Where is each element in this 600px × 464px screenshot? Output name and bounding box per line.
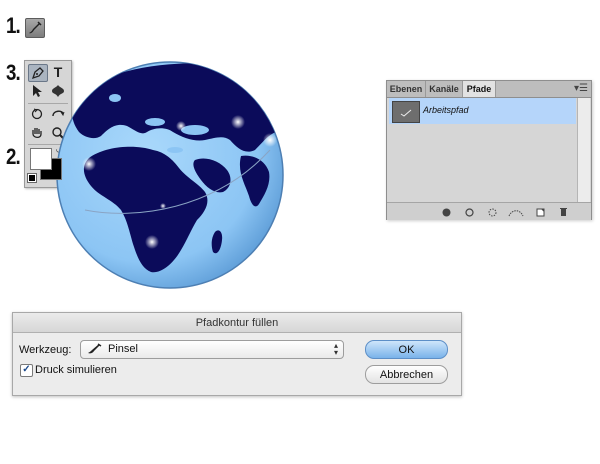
chevron-updown-icon: ▴ ▾ — [333, 341, 338, 357]
tool-label: Werkzeug: — [19, 344, 72, 356]
path-selection-icon[interactable] — [28, 83, 46, 99]
tab-ebenen[interactable]: Ebenen — [387, 81, 426, 97]
paths-panel: Ebenen Kanäle Pfade ▾☰ Arbeitspfad — [386, 80, 592, 220]
fill-path-icon[interactable] — [441, 207, 451, 217]
simulate-pressure-label: Druck simulieren — [35, 364, 117, 376]
new-path-icon[interactable] — [535, 207, 545, 217]
foreground-color-swatch[interactable] — [30, 148, 52, 170]
delete-path-icon[interactable] — [558, 207, 568, 217]
path-thumbnail — [392, 101, 420, 123]
brush-icon — [87, 343, 105, 355]
pen-tool-icon[interactable] — [28, 64, 48, 82]
globe-image — [55, 60, 285, 290]
panel-scrollbar[interactable] — [577, 98, 590, 202]
panel-tab-bar: Ebenen Kanäle Pfade ▾☰ — [387, 81, 591, 98]
ok-button[interactable]: OK — [365, 340, 448, 359]
panel-menu-icon[interactable]: ▾☰ — [574, 83, 588, 94]
path-row-arbeitspfad[interactable]: Arbeitspfad — [389, 98, 576, 124]
tab-kanaele[interactable]: Kanäle — [426, 81, 463, 97]
stroke-path-dialog: Pfadkontur füllen Werkzeug: Pinsel ▴ ▾ OK… — [12, 312, 462, 396]
panel-footer — [387, 202, 591, 220]
stroke-path-icon[interactable] — [464, 207, 474, 217]
default-colors-icon[interactable] — [27, 173, 37, 183]
cancel-button[interactable]: Abbrechen — [365, 365, 448, 384]
make-work-path-icon[interactable] — [508, 207, 524, 217]
simulate-pressure-checkbox[interactable]: ✓ — [20, 364, 33, 377]
step-2-label: 2. — [6, 144, 21, 169]
brush-tool-icon[interactable] — [25, 18, 45, 38]
tool-select[interactable]: Pinsel ▴ ▾ — [80, 340, 344, 359]
tool-select-value: Pinsel — [108, 343, 138, 355]
path-name-label: Arbeitspfad — [423, 105, 469, 115]
hand-tool-icon[interactable] — [28, 125, 46, 141]
step-3-label: 3. — [6, 60, 21, 85]
step-1-label: 1. — [6, 13, 21, 38]
load-selection-icon[interactable] — [487, 207, 497, 217]
tab-pfade[interactable]: Pfade — [463, 81, 496, 97]
dialog-title: Pfadkontur füllen — [13, 313, 461, 333]
paths-list-empty-area — [389, 124, 576, 202]
3d-rotate-icon[interactable] — [28, 106, 46, 122]
